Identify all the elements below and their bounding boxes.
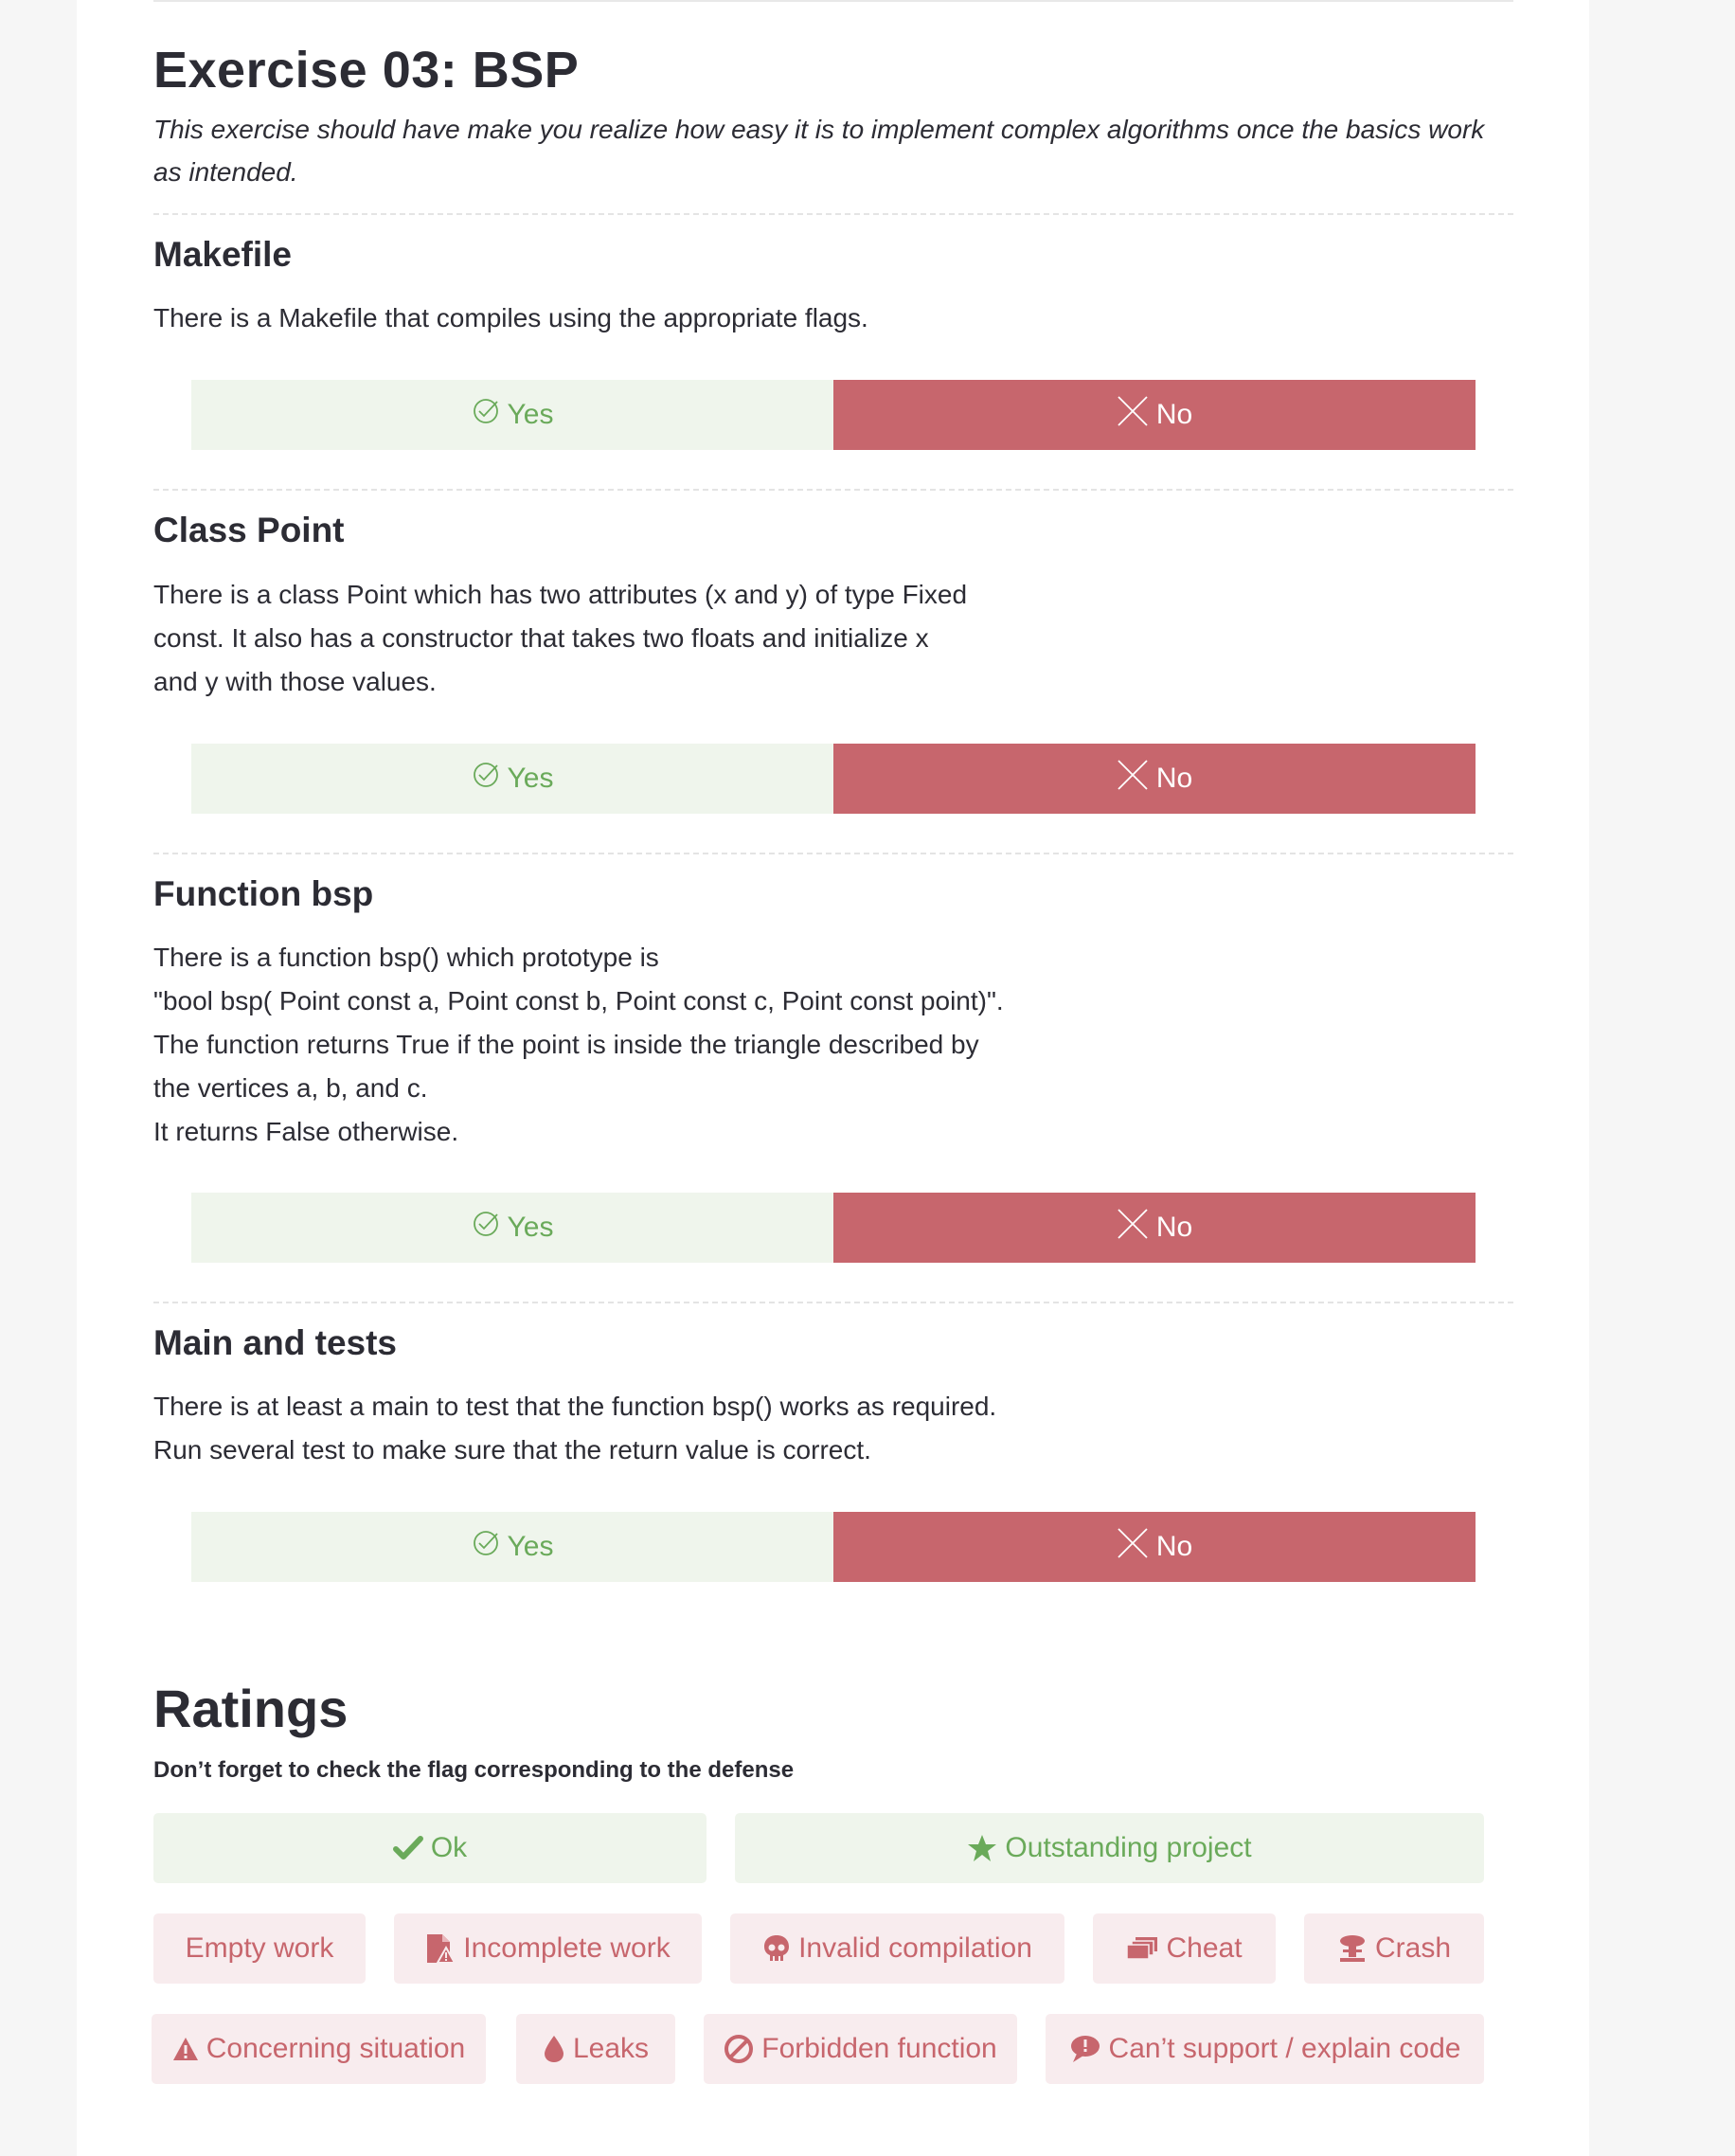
yes-button[interactable]: Yes: [191, 1193, 833, 1263]
close-icon: [1117, 759, 1156, 799]
ratings-title: Ratings: [153, 1679, 349, 1738]
yes-button[interactable]: Yes: [191, 1512, 833, 1582]
section-title-main-and-tests: Main and tests: [153, 1323, 397, 1362]
description-line: It returns False otherwise.: [153, 1117, 459, 1146]
no-button[interactable]: No: [833, 744, 1476, 814]
description-line: the vertices a, b, and c.: [153, 1073, 428, 1103]
flag-label: Empty work: [185, 1932, 334, 1964]
no-label: No: [1155, 1212, 1193, 1243]
section-description-class-point: There is a class Point which has two att…: [153, 573, 1006, 704]
flag-label: Invalid compilation: [798, 1932, 1032, 1964]
description-line: There is at least a main to test that th…: [153, 1392, 997, 1421]
flag-cant-support-button[interactable]: Can’t support / explain code: [1046, 2014, 1484, 2084]
flag-label: Ok: [430, 1832, 468, 1863]
check-circle-icon: [472, 1529, 508, 1565]
flag-crash-button[interactable]: Crash: [1304, 1913, 1484, 1984]
description-line: There is a Makefile that compiles using …: [153, 303, 868, 332]
yes-no-group-makefile: Yes No: [191, 380, 1476, 450]
yes-button[interactable]: Yes: [191, 380, 833, 450]
section-title-class-point: Class Point: [153, 511, 345, 549]
description-line: and y with those values.: [153, 667, 437, 696]
check-circle-icon: [472, 1210, 508, 1246]
flag-ok-button[interactable]: Ok: [153, 1813, 707, 1883]
no-label: No: [1155, 399, 1193, 430]
exercise-subtitle: This exercise should have make you reali…: [153, 115, 1485, 187]
yes-no-group-class-point: Yes No: [191, 744, 1476, 814]
section-divider: [153, 213, 1513, 215]
close-icon: [1117, 1527, 1156, 1567]
yes-no-group-function-bsp: Yes No: [191, 1193, 1476, 1263]
section-description-makefile: There is a Makefile that compiles using …: [153, 296, 1006, 340]
flag-outstanding-project-button[interactable]: Outstanding project: [735, 1813, 1484, 1883]
yes-label: Yes: [507, 1531, 554, 1562]
check-circle-icon: [472, 397, 508, 433]
skull-icon: [762, 1933, 791, 1964]
flag-forbidden-function-button[interactable]: Forbidden function: [704, 2014, 1017, 2084]
stack-icon: [1126, 1936, 1158, 1961]
flag-label: Cheat: [1166, 1932, 1243, 1964]
flag-label: Concerning situation: [206, 2033, 466, 2064]
check-icon: [392, 1835, 423, 1861]
no-label: No: [1155, 763, 1193, 794]
description-line: "bool bsp( Point const a, Point const b,…: [153, 986, 1004, 1015]
flag-label: Can’t support / explain code: [1108, 2033, 1461, 2064]
flag-label: Outstanding project: [1005, 1832, 1252, 1863]
speech-bubble-icon: [1069, 2034, 1101, 2064]
description-line: There is a function bsp() which prototyp…: [153, 943, 659, 972]
check-circle-icon: [472, 761, 508, 797]
ratings-note: Don’t forget to check the flag correspon…: [153, 1757, 795, 1783]
yes-label: Yes: [507, 399, 554, 430]
yes-label: Yes: [507, 763, 554, 794]
flag-label: Crash: [1374, 1932, 1452, 1964]
exercise-title: Exercise 03: BSP: [153, 42, 580, 99]
yes-button[interactable]: Yes: [191, 744, 833, 814]
file-warning-icon: [425, 1932, 456, 1965]
flag-label: Incomplete work: [463, 1932, 671, 1964]
section-description-main-and-tests: There is at least a main to test that th…: [153, 1385, 1006, 1472]
flag-label: Leaks: [572, 2033, 650, 2064]
flag-label: Forbidden function: [761, 2033, 997, 2064]
section-title-makefile: Makefile: [153, 235, 293, 274]
flag-cheat-button[interactable]: Cheat: [1093, 1913, 1276, 1984]
drop-icon: [543, 2034, 565, 2064]
no-button[interactable]: No: [833, 1193, 1476, 1263]
no-label: No: [1155, 1531, 1193, 1562]
no-button[interactable]: No: [833, 380, 1476, 450]
description-line: Run several test to make sure that the r…: [153, 1435, 871, 1464]
description-line: There is a class Point which has two att…: [153, 580, 968, 609]
flag-incomplete-work-button[interactable]: Incomplete work: [394, 1913, 702, 1984]
description-line: const. It also has a constructor that ta…: [153, 623, 929, 653]
section-description-function-bsp: There is a function bsp() which prototyp…: [153, 936, 1006, 1154]
flag-empty-work-button[interactable]: Empty work: [153, 1913, 366, 1984]
ban-icon: [724, 2034, 754, 2064]
no-button[interactable]: No: [833, 1512, 1476, 1582]
yes-no-group-main-and-tests: Yes No: [191, 1512, 1476, 1582]
warning-icon: [172, 2037, 199, 2061]
flag-leaks-button[interactable]: Leaks: [516, 2014, 675, 2084]
close-icon: [1117, 1208, 1156, 1248]
section-divider: [153, 1302, 1513, 1303]
close-icon: [1117, 395, 1156, 435]
flag-invalid-compilation-button[interactable]: Invalid compilation: [730, 1913, 1064, 1984]
star-icon: [967, 1833, 997, 1863]
section-divider: [153, 853, 1513, 854]
flag-concerning-situation-button[interactable]: Concerning situation: [152, 2014, 486, 2084]
page-card: Exercise 03: BSP This exercise should ha…: [77, 0, 1589, 2156]
description-line: The function returns True if the point i…: [153, 1030, 979, 1059]
mushroom-cloud-icon: [1337, 1933, 1368, 1964]
section-divider: [153, 489, 1513, 491]
yes-label: Yes: [507, 1212, 554, 1243]
section-title-function-bsp: Function bsp: [153, 874, 374, 913]
top-divider: [153, 0, 1513, 2]
